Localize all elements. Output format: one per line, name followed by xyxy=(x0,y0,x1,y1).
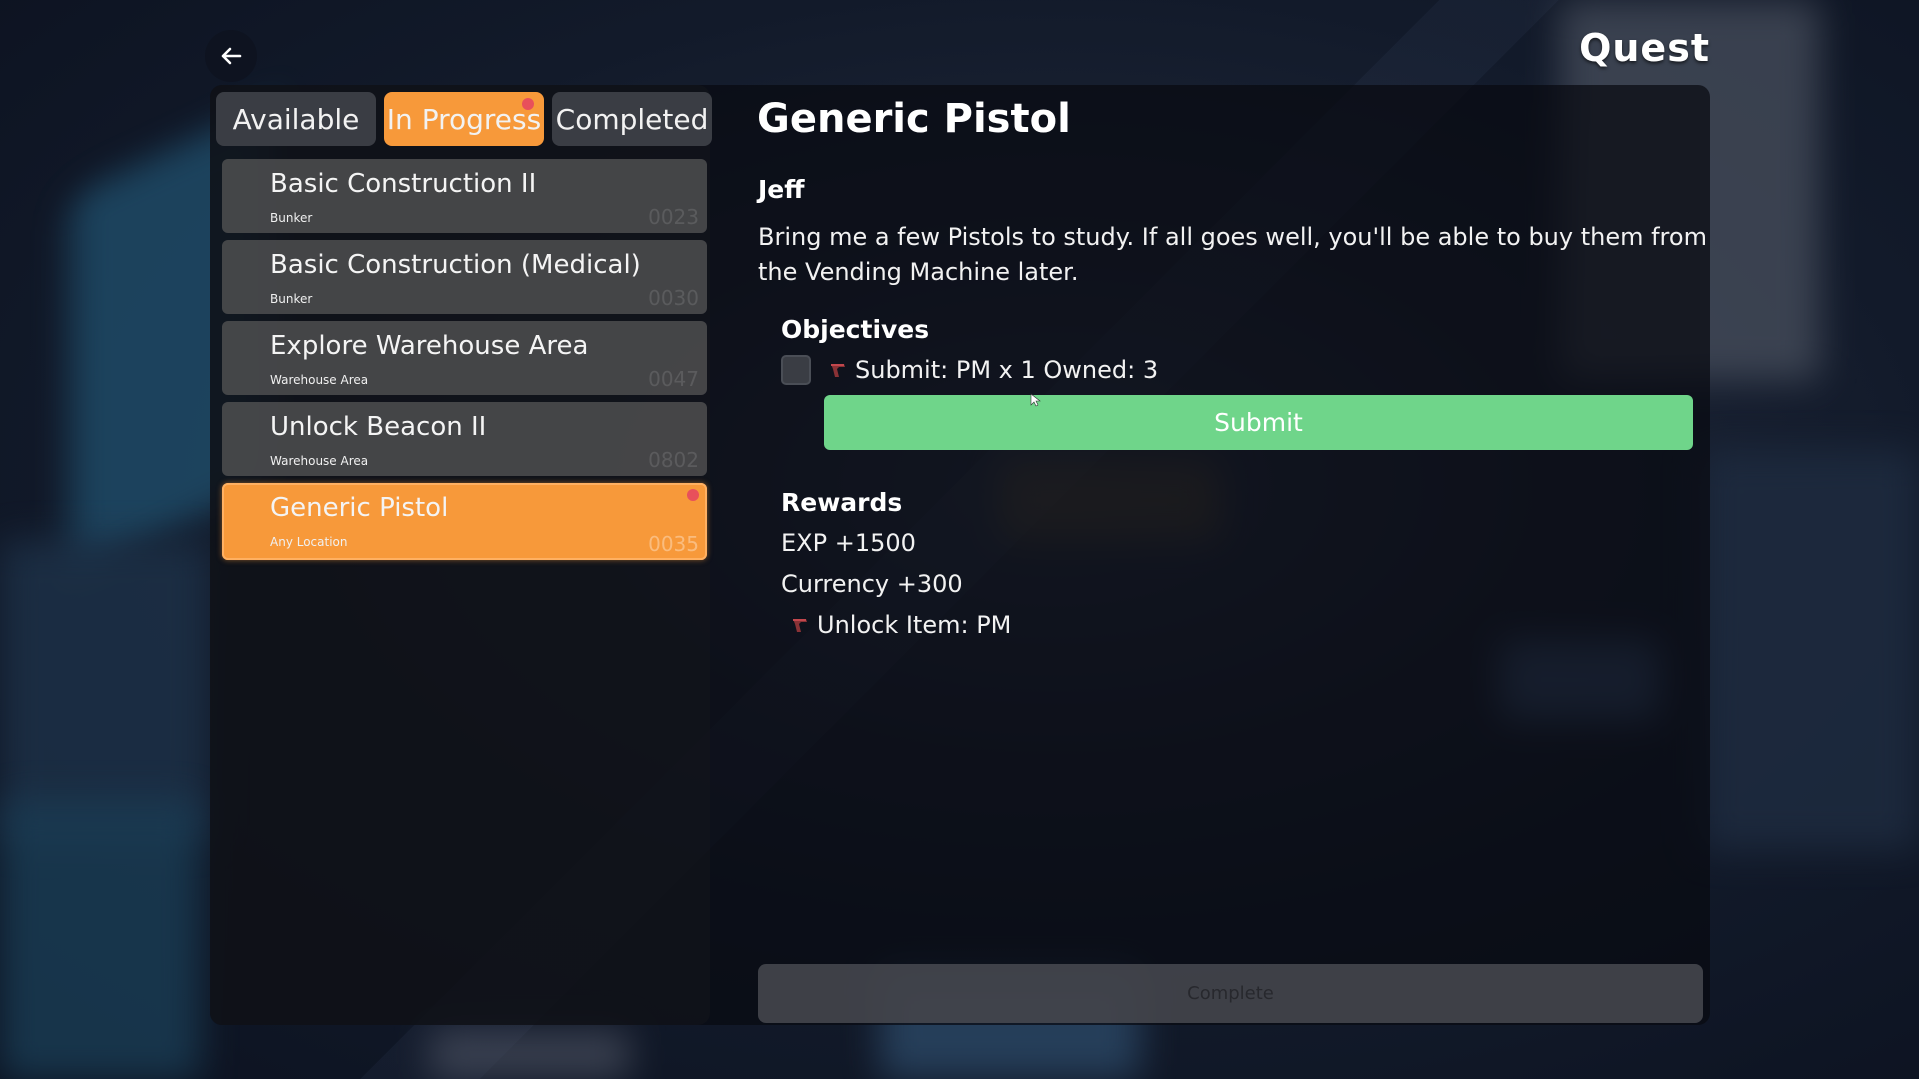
quest-location: Warehouse Area xyxy=(270,373,369,387)
reward-text: Unlock Item: PM xyxy=(817,611,1012,639)
quest-name: Basic Construction (Medical) xyxy=(270,250,641,280)
quest-name: Unlock Beacon II xyxy=(270,412,487,442)
reward-unlock-item: Unlock Item: PM xyxy=(781,611,1011,639)
objective-checkbox[interactable] xyxy=(781,355,811,385)
tab-label: Completed xyxy=(555,102,709,136)
tab-available[interactable]: Available xyxy=(216,92,376,146)
notification-dot xyxy=(687,489,699,501)
reward-exp: EXP +1500 xyxy=(781,529,916,557)
quest-location: Bunker xyxy=(270,292,313,306)
quest-list: Basic Construction II Bunker 0023 Basic … xyxy=(222,159,707,567)
tab-label: In Progress xyxy=(386,102,542,136)
reward-text: Currency +300 xyxy=(781,570,963,598)
pistol-icon xyxy=(793,619,807,632)
rewards-heading: Rewards xyxy=(781,488,903,517)
quest-location: Bunker xyxy=(270,211,313,225)
quest-id: 0802 xyxy=(648,448,699,472)
quest-id: 0035 xyxy=(648,532,699,556)
quest-giver-name: Jeff xyxy=(758,175,805,204)
quest-item-explore-warehouse-area[interactable]: Explore Warehouse Area Warehouse Area 00… xyxy=(222,321,707,395)
tab-in-progress[interactable]: In Progress xyxy=(384,92,544,146)
quest-title: Generic Pistol xyxy=(757,96,1071,142)
quest-item-unlock-beacon-ii[interactable]: Unlock Beacon II Warehouse Area 0802 xyxy=(222,402,707,476)
reward-text: EXP +1500 xyxy=(781,529,916,557)
objective-text: Submit: PM x 1 Owned: 3 xyxy=(855,356,1159,384)
quest-item-basic-construction-ii[interactable]: Basic Construction II Bunker 0023 xyxy=(222,159,707,233)
quest-item-basic-construction-medical[interactable]: Basic Construction (Medical) Bunker 0030 xyxy=(222,240,707,314)
tab-completed[interactable]: Completed xyxy=(552,92,712,146)
reward-currency: Currency +300 xyxy=(781,570,963,598)
quest-location: Any Location xyxy=(270,535,348,549)
submit-button[interactable]: Submit xyxy=(824,395,1693,450)
quest-name: Basic Construction II xyxy=(270,169,537,199)
quest-description: Bring me a few Pistols to study. If all … xyxy=(758,223,1707,286)
mouse-cursor-icon xyxy=(1030,393,1041,407)
submit-label: Submit xyxy=(1214,408,1303,437)
quest-id: 0047 xyxy=(648,367,699,391)
quest-location: Warehouse Area xyxy=(270,454,369,468)
quest-id: 0023 xyxy=(648,205,699,229)
arrow-left-icon xyxy=(221,47,242,65)
page-title: Quest xyxy=(1579,26,1710,70)
quest-name: Explore Warehouse Area xyxy=(270,331,589,361)
back-button[interactable] xyxy=(205,30,257,82)
quest-item-generic-pistol[interactable]: Generic Pistol Any Location 0035 xyxy=(222,483,707,560)
objectives-heading: Objectives xyxy=(781,315,930,344)
quest-id: 0030 xyxy=(648,286,699,310)
notification-dot xyxy=(522,98,534,110)
quest-name: Generic Pistol xyxy=(270,493,449,523)
objective-row: Submit: PM x 1 Owned: 3 xyxy=(781,355,1158,385)
pistol-icon xyxy=(831,364,845,377)
complete-label: Complete xyxy=(1187,983,1274,1004)
complete-button[interactable]: Complete xyxy=(758,964,1703,1023)
quest-tabs: Available In Progress Completed xyxy=(216,92,712,146)
tab-label: Available xyxy=(232,102,360,136)
